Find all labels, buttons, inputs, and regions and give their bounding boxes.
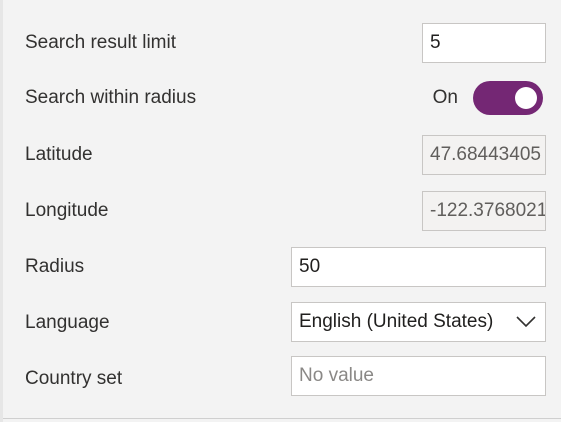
- row-country-set: Country set No value: [3, 351, 561, 407]
- search-result-limit-label: Search result limit: [25, 32, 176, 53]
- chevron-down-icon: [516, 316, 536, 328]
- bottom-divider: [3, 418, 561, 419]
- row-radius: Radius 50: [3, 239, 561, 295]
- properties-panel: Search result limit 5 Search within radi…: [0, 0, 561, 422]
- radius-input[interactable]: 50: [291, 247, 546, 287]
- country-set-input[interactable]: No value: [291, 356, 546, 396]
- row-latitude: Latitude 47.68443405: [3, 127, 561, 183]
- radius-label: Radius: [25, 256, 85, 277]
- search-within-radius-toggle[interactable]: [473, 81, 543, 115]
- latitude-label: Latitude: [25, 144, 93, 165]
- country-set-label: Country set: [25, 368, 123, 389]
- row-search-within-radius: Search within radius On: [3, 70, 561, 126]
- search-result-limit-input[interactable]: 5: [422, 23, 546, 63]
- language-label: Language: [25, 312, 110, 333]
- row-longitude: Longitude -122.3768021: [3, 183, 561, 239]
- toggle-knob: [515, 87, 537, 109]
- latitude-input: 47.68443405: [422, 135, 546, 175]
- row-search-result-limit: Search result limit 5: [3, 15, 561, 71]
- row-language: Language English (United States): [3, 295, 561, 351]
- longitude-label: Longitude: [25, 200, 109, 221]
- search-within-radius-toggle-group: On: [433, 81, 543, 115]
- language-dropdown[interactable]: English (United States): [291, 302, 546, 342]
- toggle-state-label: On: [432, 87, 458, 108]
- longitude-input: -122.3768021: [422, 191, 546, 231]
- language-selected-value: English (United States): [299, 311, 494, 332]
- search-within-radius-label: Search within radius: [25, 87, 197, 108]
